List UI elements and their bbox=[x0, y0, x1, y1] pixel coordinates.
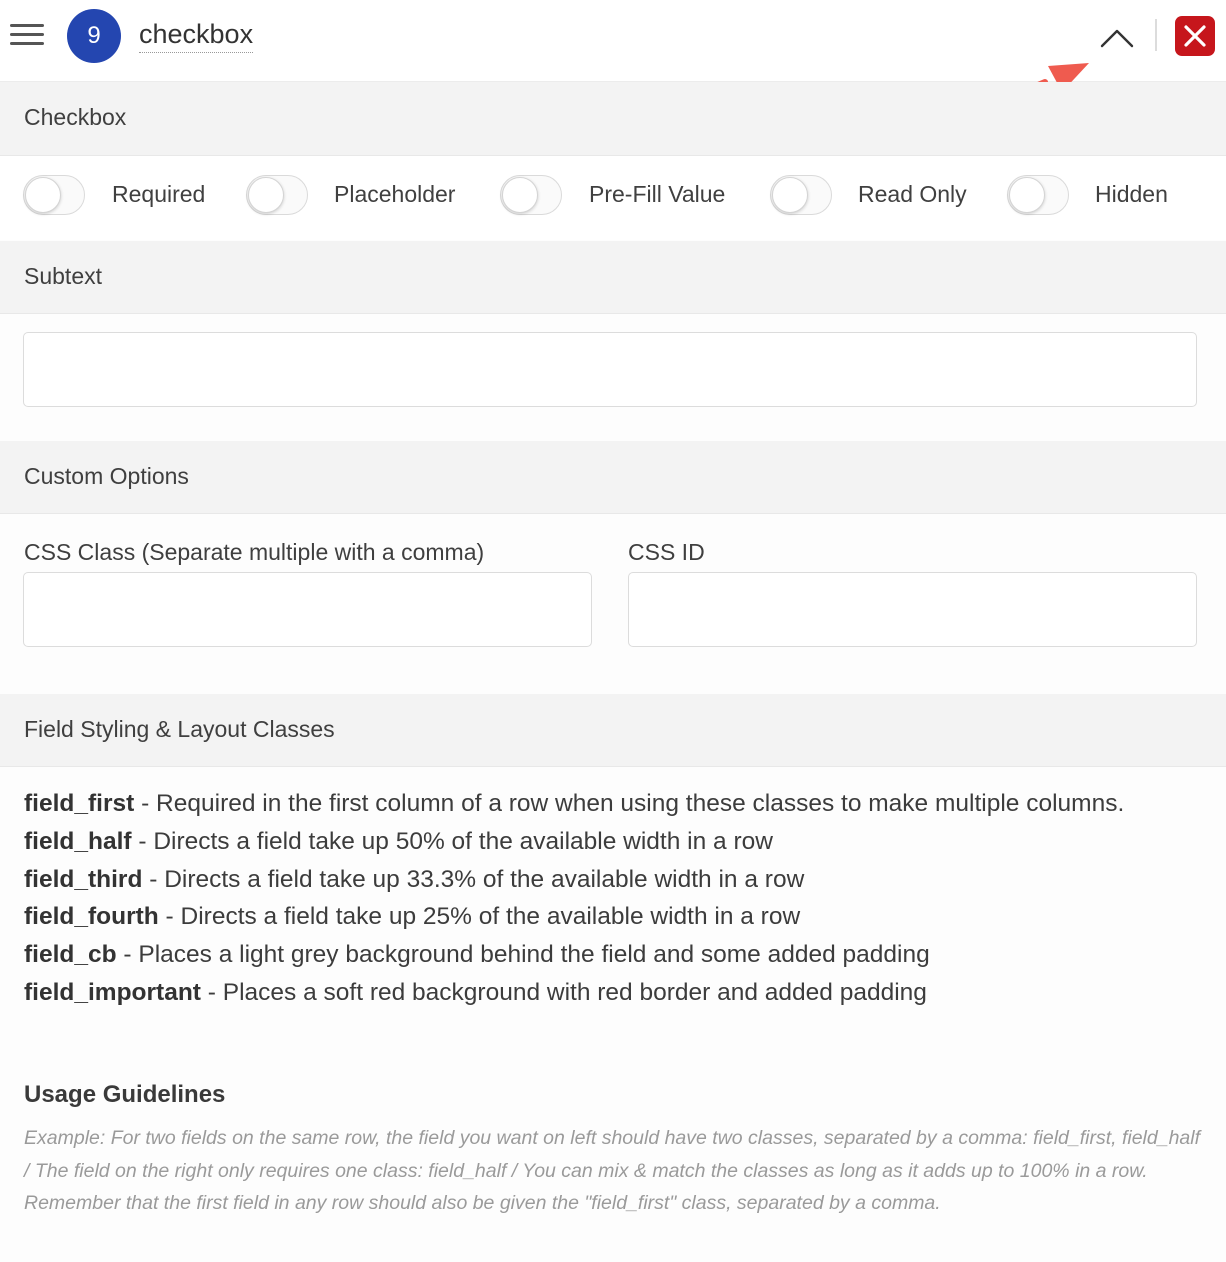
class-description: - Directs a field take up 50% of the ava… bbox=[131, 827, 773, 855]
usage-guidelines-title: Usage Guidelines bbox=[24, 1081, 226, 1108]
toggle-hidden[interactable] bbox=[1007, 175, 1069, 215]
list-item: field_first - Required in the first colu… bbox=[24, 785, 1204, 823]
section-title: Field Styling & Layout Classes bbox=[24, 716, 335, 742]
header-divider bbox=[1155, 19, 1157, 51]
toggle-label: Pre-Fill Value bbox=[589, 181, 726, 207]
section-subtext: Subtext bbox=[0, 241, 1226, 314]
css-class-label: CSS Class (Separate multiple with a comm… bbox=[24, 539, 485, 565]
class-name: field_cb bbox=[24, 941, 117, 969]
list-item: field_fourth - Directs a field take up 2… bbox=[24, 898, 1204, 936]
hamburger-menu-icon[interactable] bbox=[10, 24, 44, 48]
css-id-input[interactable] bbox=[628, 572, 1197, 647]
css-id-label: CSS ID bbox=[628, 539, 705, 565]
toggle-row: Required Placeholder Pre-Fill Value Read… bbox=[0, 156, 1226, 240]
class-name: field_half bbox=[24, 827, 132, 855]
toggle-required[interactable] bbox=[23, 175, 85, 215]
field-settings-panel: 9 checkbox Checkbox Required Placeholder… bbox=[0, 0, 1226, 1262]
toggle-read-only[interactable] bbox=[770, 175, 832, 215]
styling-classes-list: field_first - Required in the first colu… bbox=[24, 785, 1204, 1012]
class-description: - Directs a field take up 33.3% of the a… bbox=[142, 865, 805, 893]
list-item: field_third - Directs a field take up 33… bbox=[24, 861, 1204, 899]
list-item: field_important - Places a soft red back… bbox=[24, 974, 1204, 1012]
class-description: - Places a soft red background with red … bbox=[200, 978, 927, 1006]
usage-guidelines-text: Example: For two fields on the same row,… bbox=[24, 1127, 1201, 1214]
section-title: Custom Options bbox=[24, 463, 189, 489]
list-item: field_cb - Places a light grey backgroun… bbox=[24, 936, 1204, 974]
field-number-badge: 9 bbox=[67, 9, 121, 63]
chevron-up-icon[interactable] bbox=[1097, 22, 1137, 52]
section-styling-classes: Field Styling & Layout Classes bbox=[0, 694, 1226, 767]
toggle-label: Required bbox=[112, 181, 206, 207]
class-description: - Places a light grey background behind … bbox=[116, 941, 930, 969]
section-checkbox: Checkbox bbox=[0, 82, 1226, 156]
css-class-input[interactable] bbox=[23, 572, 592, 647]
field-header: 9 checkbox bbox=[0, 0, 1226, 82]
field-title[interactable]: checkbox bbox=[139, 17, 254, 53]
toggle-label: Hidden bbox=[1095, 181, 1168, 207]
class-name: field_fourth bbox=[24, 903, 159, 931]
subtext-input[interactable] bbox=[23, 332, 1197, 407]
section-title: Subtext bbox=[24, 263, 102, 289]
toggle-placeholder[interactable] bbox=[246, 175, 308, 215]
list-item: field_half - Directs a field take up 50%… bbox=[24, 823, 1204, 861]
section-custom-options: Custom Options bbox=[0, 441, 1226, 514]
class-name: field_important bbox=[24, 978, 201, 1006]
class-name: field_third bbox=[24, 865, 143, 893]
toggle-label: Placeholder bbox=[334, 181, 456, 207]
toggle-prefill-value[interactable] bbox=[500, 175, 562, 215]
class-name: field_first bbox=[24, 790, 135, 817]
class-description: - Directs a field take up 25% of the ava… bbox=[158, 903, 801, 931]
class-description: - Required in the first column of a row … bbox=[134, 790, 1125, 817]
section-title: Checkbox bbox=[24, 104, 127, 130]
close-x-icon[interactable] bbox=[1175, 16, 1215, 56]
toggle-label: Read Only bbox=[858, 181, 967, 207]
